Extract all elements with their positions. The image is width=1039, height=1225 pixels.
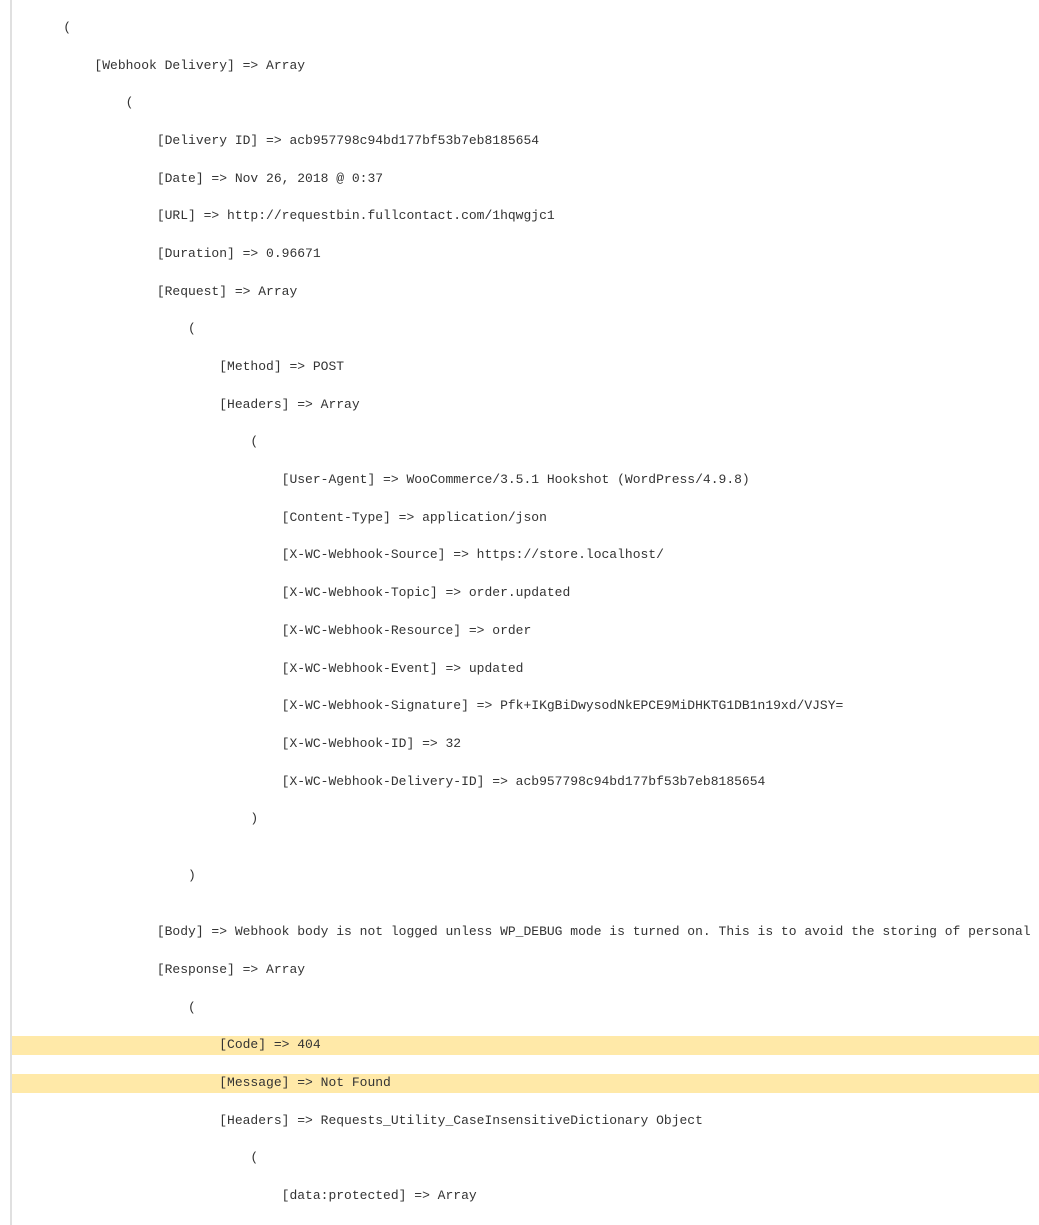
- log-line: (: [12, 433, 1039, 452]
- log-line: [X-WC-Webhook-ID] => 32: [12, 735, 1039, 754]
- highlighted-line-code: [Code] => 404: [12, 1036, 1039, 1055]
- log-line: [X-WC-Webhook-Topic] => order.updated: [12, 584, 1039, 603]
- log-line: [Headers] => Requests_Utility_CaseInsens…: [12, 1112, 1039, 1131]
- log-line: (: [12, 320, 1039, 339]
- log-line: [X-WC-Webhook-Resource] => order: [12, 622, 1039, 641]
- log-line: [Method] => POST: [12, 358, 1039, 377]
- log-line: [Body] => Webhook body is not logged unl…: [12, 923, 1039, 942]
- log-line: [Headers] => Array: [12, 396, 1039, 415]
- log-line: [X-WC-Webhook-Source] => https://store.l…: [12, 546, 1039, 565]
- log-line: (: [12, 999, 1039, 1018]
- log-line: [X-WC-Webhook-Event] => updated: [12, 660, 1039, 679]
- log-line: [Content-Type] => application/json: [12, 509, 1039, 528]
- log-line: [data:protected] => Array: [12, 1187, 1039, 1206]
- log-line: [URL] => http://requestbin.fullcontact.c…: [12, 207, 1039, 226]
- log-line: [Delivery ID] => acb957798c94bd177bf53b7…: [12, 132, 1039, 151]
- highlighted-line-message: [Message] => Not Found: [12, 1074, 1039, 1093]
- log-line: (: [12, 1149, 1039, 1168]
- log-line: [Duration] => 0.96671: [12, 245, 1039, 264]
- log-line: ): [12, 867, 1039, 886]
- log-line: [Webhook Delivery] => Array: [12, 57, 1039, 76]
- log-line: [User-Agent] => WooCommerce/3.5.1 Hooksh…: [12, 471, 1039, 490]
- log-line: [X-WC-Webhook-Delivery-ID] => acb957798c…: [12, 773, 1039, 792]
- log-line: ): [12, 810, 1039, 829]
- log-line: (: [12, 19, 1039, 38]
- log-output: ( [Webhook Delivery] => Array ( [Deliver…: [10, 0, 1039, 1225]
- log-line: (: [12, 94, 1039, 113]
- log-line: [X-WC-Webhook-Signature] => Pfk+IKgBiDwy…: [12, 697, 1039, 716]
- log-line: [Request] => Array: [12, 283, 1039, 302]
- log-line: [Response] => Array: [12, 961, 1039, 980]
- log-line: [Date] => Nov 26, 2018 @ 0:37: [12, 170, 1039, 189]
